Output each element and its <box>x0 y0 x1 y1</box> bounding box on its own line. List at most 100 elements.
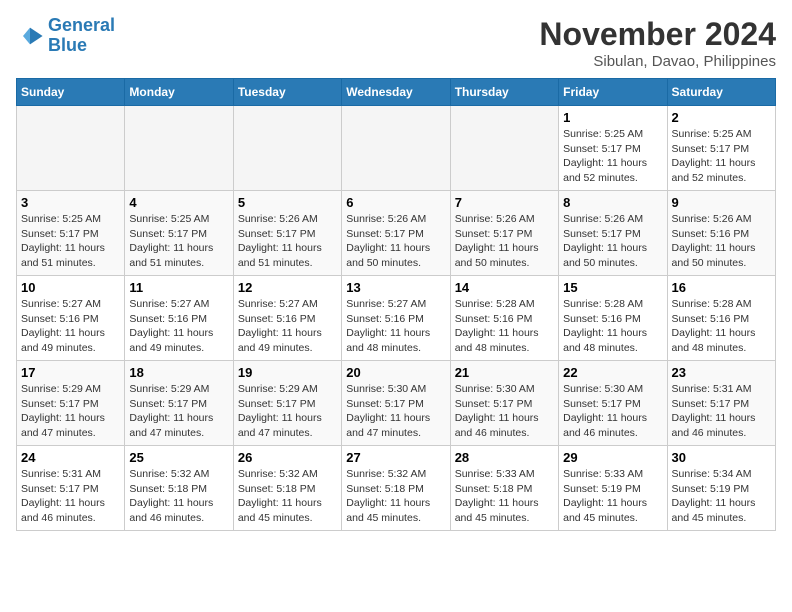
calendar-cell <box>233 106 341 191</box>
day-number: 22 <box>563 365 662 380</box>
day-info: Sunrise: 5:26 AM Sunset: 5:17 PM Dayligh… <box>346 212 445 271</box>
day-info: Sunrise: 5:25 AM Sunset: 5:17 PM Dayligh… <box>129 212 228 271</box>
day-info: Sunrise: 5:29 AM Sunset: 5:17 PM Dayligh… <box>21 382 120 441</box>
calendar-cell: 9Sunrise: 5:26 AM Sunset: 5:16 PM Daylig… <box>667 191 775 276</box>
day-number: 6 <box>346 195 445 210</box>
calendar-cell: 22 Sunrise: 5:30 AM Sunset: 5:17 PM Dayli… <box>559 361 667 446</box>
day-info: Sunrise: 5:27 AM Sunset: 5:16 PM Dayligh… <box>346 297 445 356</box>
calendar-cell: 13 Sunrise: 5:27 AM Sunset: 5:16 PM Dayli… <box>342 276 450 361</box>
calendar-cell: 27 Sunrise: 5:32 AM Sunset: 5:18 PM Dayli… <box>342 446 450 531</box>
day-info: Sunrise: 5:28 AM Sunset: 5:16 PM Dayligh… <box>672 297 771 356</box>
day-info: Sunrise: 5:32 AM Sunset: 5:18 PM Dayligh… <box>346 467 445 526</box>
calendar-cell: 23 Sunrise: 5:31 AM Sunset: 5:17 PM Dayli… <box>667 361 775 446</box>
day-number: 17 <box>21 365 120 380</box>
day-info: Sunrise: 5:26 AM Sunset: 5:16 PM Dayligh… <box>672 212 771 271</box>
day-info: Sunrise: 5:30 AM Sunset: 5:17 PM Dayligh… <box>455 382 554 441</box>
calendar-cell: 14 Sunrise: 5:28 AM Sunset: 5:16 PM Dayli… <box>450 276 558 361</box>
logo-text: General Blue <box>48 16 115 56</box>
day-info: Sunrise: 5:29 AM Sunset: 5:17 PM Dayligh… <box>129 382 228 441</box>
day-info: Sunrise: 5:25 AM Sunset: 5:17 PM Dayligh… <box>672 127 771 186</box>
day-number: 23 <box>672 365 771 380</box>
day-info: Sunrise: 5:32 AM Sunset: 5:18 PM Dayligh… <box>238 467 337 526</box>
week-row-4: 17 Sunrise: 5:29 AM Sunset: 5:17 PM Dayli… <box>17 361 776 446</box>
calendar-cell: 12 Sunrise: 5:27 AM Sunset: 5:16 PM Dayli… <box>233 276 341 361</box>
calendar-cell: 7Sunrise: 5:26 AM Sunset: 5:17 PM Daylig… <box>450 191 558 276</box>
day-info: Sunrise: 5:27 AM Sunset: 5:16 PM Dayligh… <box>238 297 337 356</box>
day-number: 8 <box>563 195 662 210</box>
calendar-cell: 16 Sunrise: 5:28 AM Sunset: 5:16 PM Dayli… <box>667 276 775 361</box>
page-header: General Blue November 2024 Sibulan, Dava… <box>16 16 776 70</box>
day-number: 28 <box>455 450 554 465</box>
day-number: 26 <box>238 450 337 465</box>
week-row-1: 1Sunrise: 5:25 AM Sunset: 5:17 PM Daylig… <box>17 106 776 191</box>
calendar-cell: 19 Sunrise: 5:29 AM Sunset: 5:17 PM Dayli… <box>233 361 341 446</box>
day-number: 14 <box>455 280 554 295</box>
calendar-cell <box>17 106 125 191</box>
day-info: Sunrise: 5:28 AM Sunset: 5:16 PM Dayligh… <box>563 297 662 356</box>
day-number: 3 <box>21 195 120 210</box>
day-number: 4 <box>129 195 228 210</box>
calendar-cell <box>125 106 233 191</box>
week-row-3: 10 Sunrise: 5:27 AM Sunset: 5:16 PM Dayli… <box>17 276 776 361</box>
day-number: 20 <box>346 365 445 380</box>
weekday-header-sunday: Sunday <box>17 79 125 106</box>
day-info: Sunrise: 5:29 AM Sunset: 5:17 PM Dayligh… <box>238 382 337 441</box>
day-number: 29 <box>563 450 662 465</box>
day-info: Sunrise: 5:26 AM Sunset: 5:17 PM Dayligh… <box>563 212 662 271</box>
weekday-header-monday: Monday <box>125 79 233 106</box>
calendar-cell: 11 Sunrise: 5:27 AM Sunset: 5:16 PM Dayli… <box>125 276 233 361</box>
title-block: November 2024 Sibulan, Davao, Philippine… <box>539 16 776 70</box>
calendar-header-row: SundayMondayTuesdayWednesdayThursdayFrid… <box>17 79 776 106</box>
calendar-cell: 26 Sunrise: 5:32 AM Sunset: 5:18 PM Dayli… <box>233 446 341 531</box>
day-info: Sunrise: 5:31 AM Sunset: 5:17 PM Dayligh… <box>672 382 771 441</box>
weekday-header-saturday: Saturday <box>667 79 775 106</box>
day-number: 13 <box>346 280 445 295</box>
day-info: Sunrise: 5:25 AM Sunset: 5:17 PM Dayligh… <box>563 127 662 186</box>
day-number: 27 <box>346 450 445 465</box>
logo: General Blue <box>16 16 115 56</box>
day-number: 25 <box>129 450 228 465</box>
calendar-cell: 18Sunrise: 5:29 AM Sunset: 5:17 PM Dayli… <box>125 361 233 446</box>
calendar-cell: 4 Sunrise: 5:25 AM Sunset: 5:17 PM Daylig… <box>125 191 233 276</box>
day-number: 19 <box>238 365 337 380</box>
calendar-cell: 15 Sunrise: 5:28 AM Sunset: 5:16 PM Dayli… <box>559 276 667 361</box>
day-info: Sunrise: 5:31 AM Sunset: 5:17 PM Dayligh… <box>21 467 120 526</box>
logo-line1: General <box>48 15 115 35</box>
calendar-cell <box>450 106 558 191</box>
location-subtitle: Sibulan, Davao, Philippines <box>539 53 776 70</box>
day-info: Sunrise: 5:33 AM Sunset: 5:19 PM Dayligh… <box>563 467 662 526</box>
day-info: Sunrise: 5:33 AM Sunset: 5:18 PM Dayligh… <box>455 467 554 526</box>
day-number: 12 <box>238 280 337 295</box>
week-row-5: 24Sunrise: 5:31 AM Sunset: 5:17 PM Dayli… <box>17 446 776 531</box>
day-info: Sunrise: 5:30 AM Sunset: 5:17 PM Dayligh… <box>563 382 662 441</box>
calendar-cell: 5Sunrise: 5:26 AM Sunset: 5:17 PM Daylig… <box>233 191 341 276</box>
logo-icon <box>16 22 44 50</box>
day-number: 5 <box>238 195 337 210</box>
day-number: 10 <box>21 280 120 295</box>
day-number: 2 <box>672 110 771 125</box>
weekday-header-tuesday: Tuesday <box>233 79 341 106</box>
day-info: Sunrise: 5:25 AM Sunset: 5:17 PM Dayligh… <box>21 212 120 271</box>
day-number: 7 <box>455 195 554 210</box>
calendar-cell <box>342 106 450 191</box>
day-info: Sunrise: 5:27 AM Sunset: 5:16 PM Dayligh… <box>21 297 120 356</box>
day-info: Sunrise: 5:28 AM Sunset: 5:16 PM Dayligh… <box>455 297 554 356</box>
logo-line2: Blue <box>48 35 87 55</box>
day-info: Sunrise: 5:27 AM Sunset: 5:16 PM Dayligh… <box>129 297 228 356</box>
day-number: 11 <box>129 280 228 295</box>
calendar-cell: 8 Sunrise: 5:26 AM Sunset: 5:17 PM Daylig… <box>559 191 667 276</box>
day-info: Sunrise: 5:32 AM Sunset: 5:18 PM Dayligh… <box>129 467 228 526</box>
weekday-header-friday: Friday <box>559 79 667 106</box>
calendar-cell: 2 Sunrise: 5:25 AM Sunset: 5:17 PM Daylig… <box>667 106 775 191</box>
calendar-cell: 20Sunrise: 5:30 AM Sunset: 5:17 PM Dayli… <box>342 361 450 446</box>
calendar-cell: 10 Sunrise: 5:27 AM Sunset: 5:16 PM Dayli… <box>17 276 125 361</box>
week-row-2: 3 Sunrise: 5:25 AM Sunset: 5:17 PM Daylig… <box>17 191 776 276</box>
weekday-header-wednesday: Wednesday <box>342 79 450 106</box>
calendar-table: SundayMondayTuesdayWednesdayThursdayFrid… <box>16 78 776 531</box>
calendar-cell: 24Sunrise: 5:31 AM Sunset: 5:17 PM Dayli… <box>17 446 125 531</box>
month-title: November 2024 <box>539 16 776 53</box>
day-number: 15 <box>563 280 662 295</box>
calendar-cell: 29 Sunrise: 5:33 AM Sunset: 5:19 PM Dayli… <box>559 446 667 531</box>
day-number: 16 <box>672 280 771 295</box>
calendar-cell: 6 Sunrise: 5:26 AM Sunset: 5:17 PM Daylig… <box>342 191 450 276</box>
